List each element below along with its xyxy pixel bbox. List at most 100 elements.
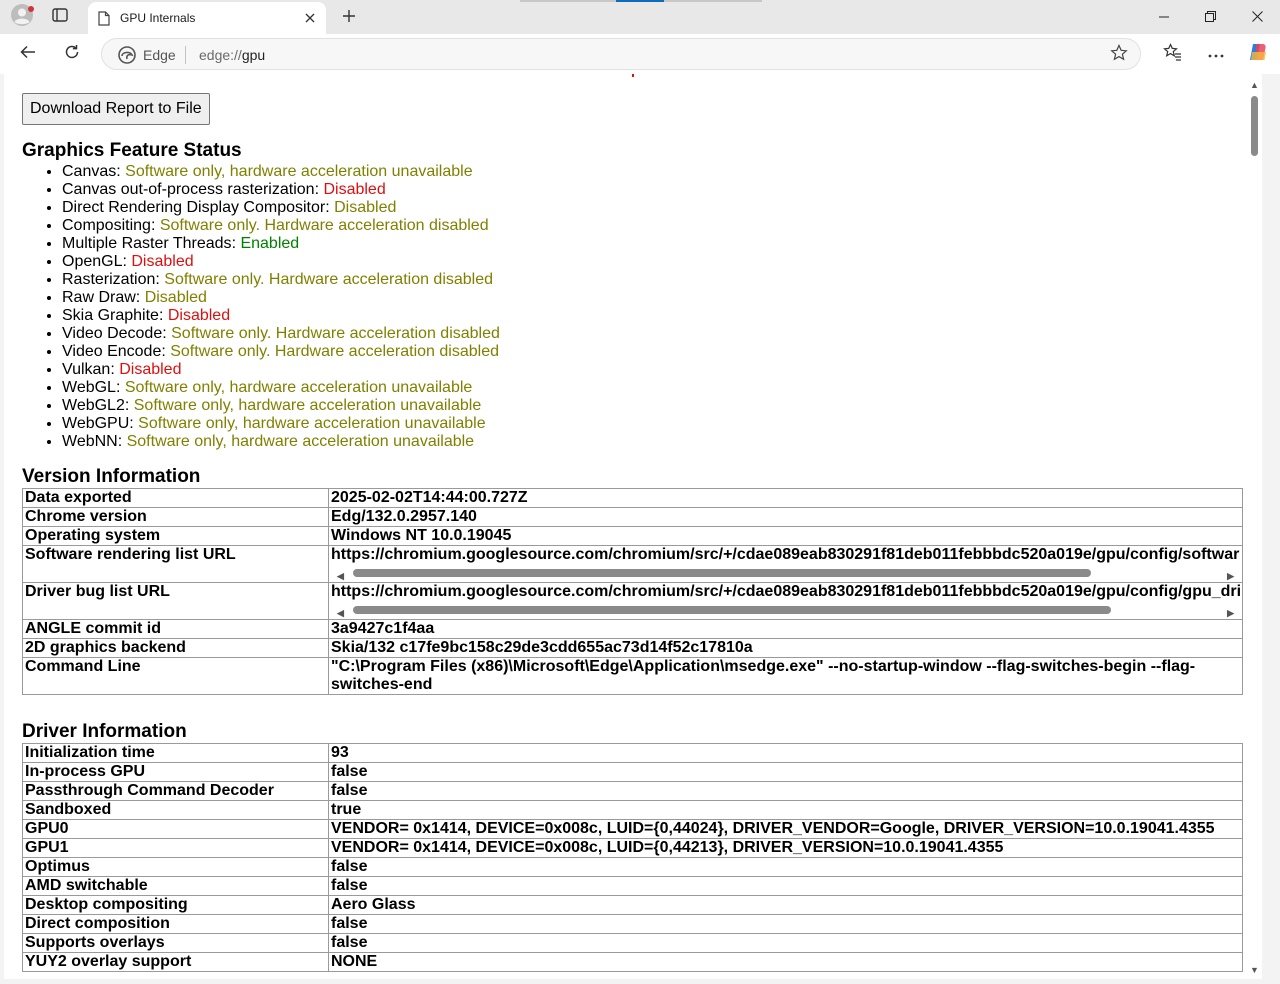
scrollbar-thumb[interactable] bbox=[353, 569, 1091, 577]
row-key: Passthrough Command Decoder bbox=[22, 781, 329, 801]
add-favorite-button[interactable] bbox=[1108, 43, 1130, 67]
feature-name: Rasterization bbox=[62, 271, 156, 288]
row-value: false bbox=[328, 914, 1243, 934]
feature-status: Software only. Hardware acceleration dis… bbox=[170, 343, 499, 360]
table-row: Operating system Windows NT 10.0.19045 bbox=[22, 526, 1243, 546]
row-key: GPU0 bbox=[22, 819, 329, 839]
table-row: Software rendering list URL https://chrom… bbox=[22, 545, 1243, 583]
table-row: AMD switchable false bbox=[22, 876, 1243, 896]
address-bar[interactable]: Edge edge://gpu bbox=[101, 38, 1141, 70]
feature-status: Disabled bbox=[167, 307, 231, 324]
top-indicator-active bbox=[616, 0, 664, 2]
feature-separator: : bbox=[116, 163, 126, 180]
plus-icon bbox=[342, 6, 356, 29]
address-url[interactable]: edge://gpu bbox=[199, 47, 265, 63]
refresh-icon bbox=[64, 44, 80, 65]
scrollbar-thumb[interactable] bbox=[353, 606, 1111, 614]
row-key: In-process GPU bbox=[22, 762, 329, 782]
table-row: 2D graphics backend Skia/132 c17fe9bc158c… bbox=[22, 638, 1243, 658]
feature-separator: : bbox=[155, 271, 165, 288]
tab-close-button[interactable] bbox=[300, 8, 320, 28]
feature-separator: : bbox=[110, 361, 120, 378]
table-row: Sandboxed true bbox=[22, 800, 1243, 820]
row-key: Driver bug list URL bbox=[22, 582, 329, 620]
row-key: Chrome version bbox=[22, 507, 329, 527]
feature-name: Direct Rendering Display Compositor bbox=[62, 199, 326, 216]
window-close-button[interactable] bbox=[1234, 0, 1280, 34]
feature-status: Software only, hardware acceleration una… bbox=[126, 433, 475, 450]
row-value: Edg/132.0.2957.140 bbox=[328, 507, 1243, 527]
minimize-button[interactable] bbox=[1141, 0, 1187, 34]
graphics-feature-status-heading: Graphics Feature Status bbox=[22, 140, 242, 161]
horizontal-scrollbar[interactable]: ◀ ▶ bbox=[331, 603, 1240, 618]
notification-dot bbox=[28, 6, 34, 12]
scroll-down-arrow[interactable]: ▼ bbox=[1250, 965, 1259, 975]
tab-actions-icon bbox=[52, 7, 68, 27]
profile-button[interactable] bbox=[8, 3, 36, 30]
scroll-left-arrow[interactable]: ◀ bbox=[337, 567, 344, 582]
table-row: Passthrough Command Decoder false bbox=[22, 781, 1243, 801]
row-value: 3a9427c1f4aa bbox=[328, 619, 1243, 639]
browser-toolbar: Edge edge://gpu bbox=[0, 34, 1280, 74]
table-row: Chrome version Edg/132.0.2957.140 bbox=[22, 507, 1243, 527]
scrollable-value[interactable]: https://chromium.googlesource.com/chromi… bbox=[331, 583, 1240, 619]
scroll-right-arrow[interactable]: ▶ bbox=[1227, 604, 1234, 619]
table-row: Desktop compositing Aero Glass bbox=[22, 895, 1243, 915]
version-information-heading: Version Information bbox=[22, 466, 201, 487]
back-button[interactable] bbox=[14, 40, 42, 68]
row-value: VENDOR= 0x1414, DEVICE=0x008c, LUID={0,4… bbox=[328, 838, 1243, 858]
minimize-icon bbox=[1159, 9, 1169, 25]
feature-status: Software only, hardware acceleration una… bbox=[124, 379, 473, 396]
scroll-up-arrow[interactable]: ▲ bbox=[1250, 80, 1259, 90]
scroll-right-arrow[interactable]: ▶ bbox=[1227, 567, 1234, 582]
tab-gpu-internals[interactable]: GPU Internals bbox=[88, 2, 326, 34]
more-icon bbox=[1208, 45, 1224, 63]
feature-name: WebGL2 bbox=[62, 397, 125, 414]
page-viewport: Download Report to File Graphics Feature… bbox=[4, 74, 1262, 979]
table-row: Optimus false bbox=[22, 857, 1243, 877]
feature-name: Raw Draw bbox=[62, 289, 136, 306]
row-key: Direct composition bbox=[22, 914, 329, 934]
favorites-button[interactable] bbox=[1158, 40, 1186, 68]
vertical-scrollbar[interactable]: ▲ ▼ bbox=[1246, 74, 1262, 979]
tab-actions-button[interactable] bbox=[46, 6, 74, 28]
document-icon bbox=[98, 10, 112, 26]
table-row: ANGLE commit id 3a9427c1f4aa bbox=[22, 619, 1243, 639]
row-key: Supports overlays bbox=[22, 933, 329, 953]
restore-button[interactable] bbox=[1187, 0, 1233, 34]
star-icon bbox=[1110, 43, 1128, 67]
copilot-button[interactable] bbox=[1244, 40, 1272, 68]
feature-status: Disabled bbox=[119, 361, 182, 378]
download-report-button[interactable]: Download Report to File bbox=[22, 93, 210, 125]
more-button[interactable] bbox=[1202, 40, 1230, 68]
url-host: gpu bbox=[241, 47, 266, 63]
feature-item: Raw Draw: Disabled bbox=[62, 289, 500, 307]
table-row: Command Line "C:\Program Files (x86)\Micr… bbox=[22, 657, 1243, 695]
table-row: GPU0 VENDOR= 0x1414, DEVICE=0x008c, LUID=… bbox=[22, 819, 1243, 839]
driver-information-table: Initialization time 93 In-process GPU false… bbox=[22, 743, 1243, 972]
scroll-left-arrow[interactable]: ◀ bbox=[337, 604, 344, 619]
scrollbar-thumb[interactable] bbox=[1251, 96, 1258, 156]
refresh-button[interactable] bbox=[58, 40, 86, 68]
row-key: ANGLE commit id bbox=[22, 619, 329, 639]
url-value: https://chromium.googlesource.com/chromi… bbox=[331, 583, 1240, 600]
horizontal-scrollbar[interactable]: ◀ ▶ bbox=[331, 566, 1240, 581]
table-row: Data exported 2025-02-02T14:44:00.727Z bbox=[22, 488, 1243, 508]
feature-item: WebGL2: Software only, hardware accelera… bbox=[62, 397, 500, 415]
feature-status: Disabled bbox=[131, 253, 194, 270]
row-key: Desktop compositing bbox=[22, 895, 329, 915]
feature-name: Canvas bbox=[62, 163, 117, 180]
scrollable-value[interactable]: https://chromium.googlesource.com/chromi… bbox=[331, 546, 1240, 582]
feature-name: Skia Graphite bbox=[62, 307, 159, 324]
feature-item: Canvas: Software only, hardware accelera… bbox=[62, 163, 500, 181]
feature-status: Software only. Hardware acceleration dis… bbox=[171, 325, 500, 342]
address-brand-label: Edge bbox=[143, 47, 176, 63]
row-key: Command Line bbox=[22, 657, 329, 695]
row-value: Skia/132 c17fe9bc158c29de3cdd655ac73d14f… bbox=[328, 638, 1243, 658]
new-tab-button[interactable] bbox=[336, 5, 362, 29]
feature-name: Multiple Raster Threads bbox=[62, 235, 232, 252]
url-value: https://chromium.googlesource.com/chromi… bbox=[331, 546, 1240, 563]
address-divider bbox=[185, 46, 186, 64]
row-value: Aero Glass bbox=[328, 895, 1243, 915]
close-icon bbox=[1251, 9, 1263, 25]
